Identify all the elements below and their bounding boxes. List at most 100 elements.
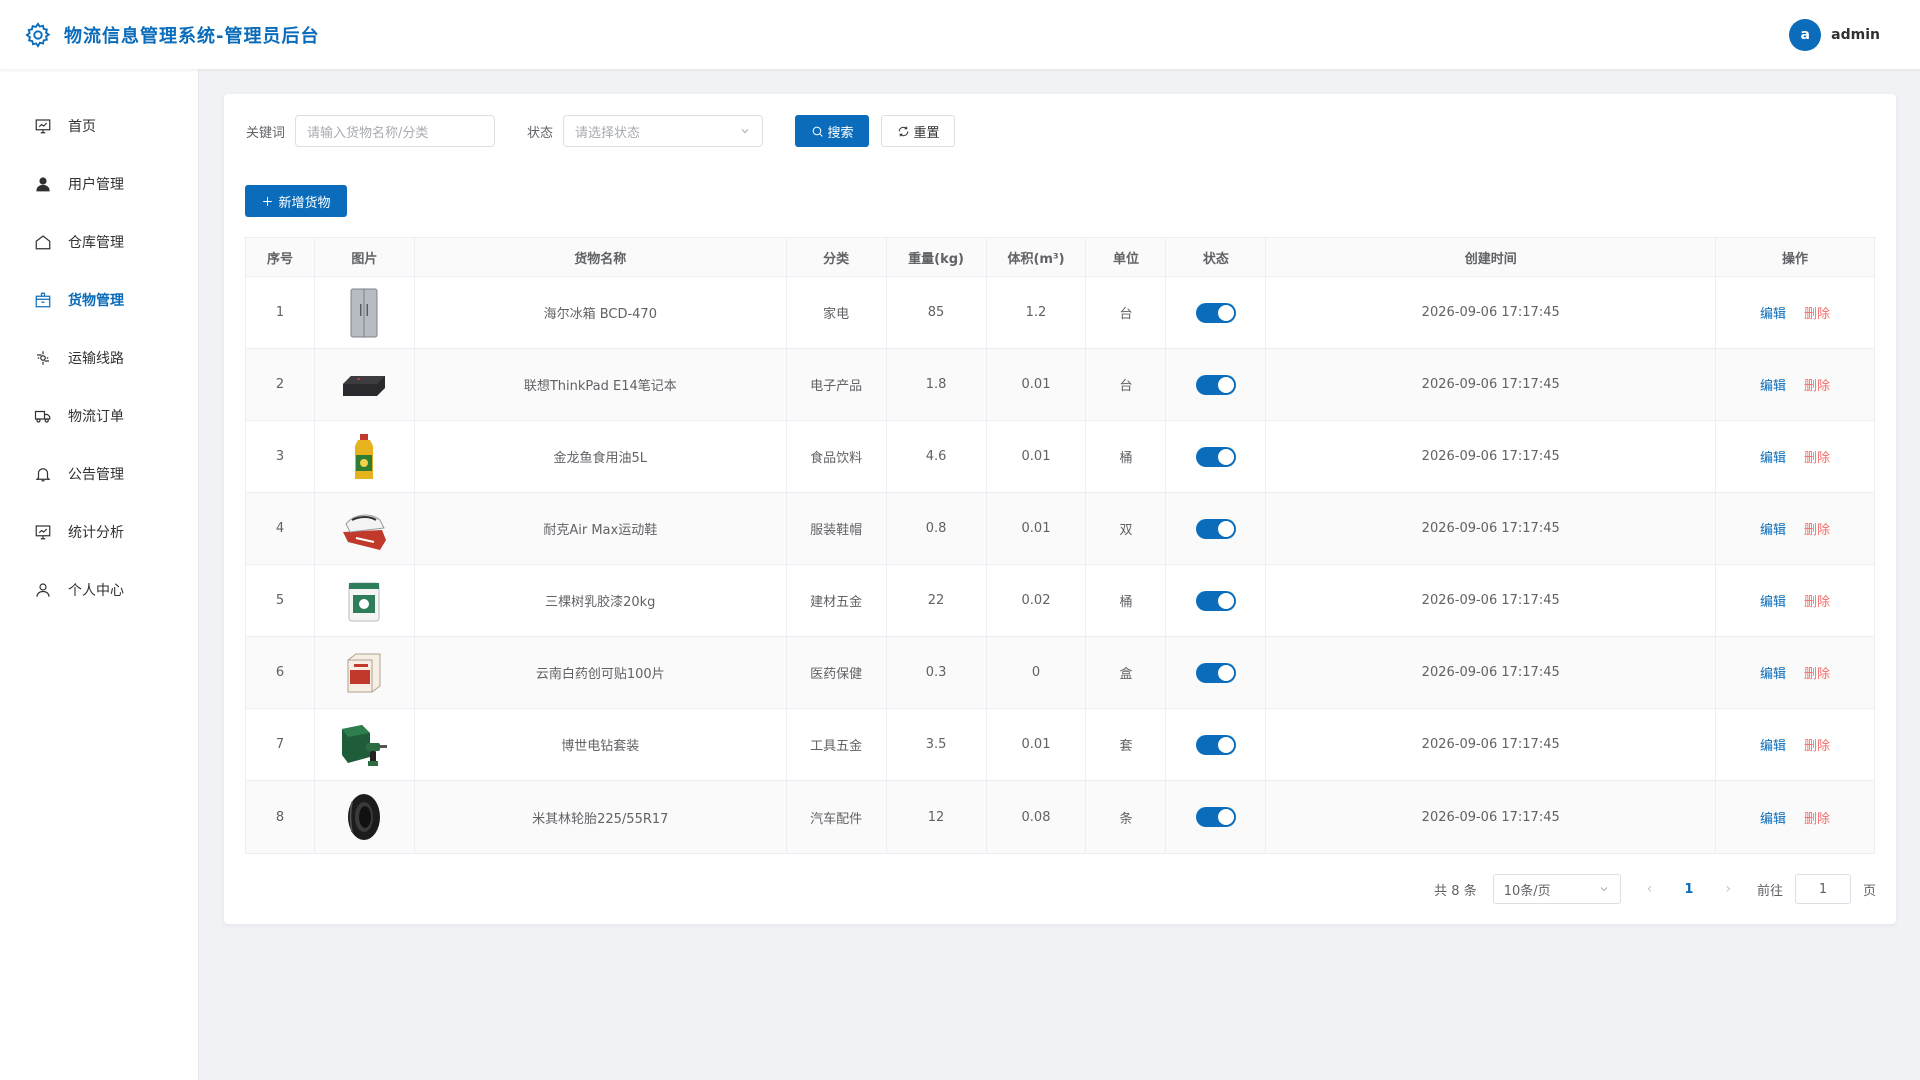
actions-cell: 编辑 删除 (1716, 277, 1874, 348)
search-button[interactable]: 搜索 (795, 115, 870, 147)
status-cell (1166, 421, 1267, 492)
goods-unit: 台 (1086, 349, 1167, 420)
sidebar-item-profile[interactable]: 个人中心 (0, 561, 198, 619)
delete-link[interactable]: 删除 (1804, 375, 1830, 394)
goods-unit: 双 (1086, 493, 1167, 564)
goods-weight: 4.6 (887, 421, 987, 492)
goods-unit: 台 (1086, 277, 1167, 348)
sidebar-item-goods[interactable]: 货物管理 (0, 271, 198, 329)
actions-cell: 编辑 删除 (1716, 565, 1874, 636)
goto-label: 前往 (1756, 883, 1783, 899)
laptop-image (340, 359, 388, 411)
edit-link[interactable]: 编辑 (1760, 375, 1786, 394)
status-toggle[interactable] (1195, 807, 1236, 827)
image-cell (315, 277, 415, 348)
status-toggle[interactable] (1195, 662, 1236, 683)
column-header: 分类 (787, 238, 887, 276)
reset-button-label: 重置 (913, 125, 940, 141)
medicine-box-image (340, 647, 388, 699)
status-toggle[interactable] (1195, 518, 1236, 539)
goods-weight: 1.8 (887, 349, 987, 420)
sidebar-item-warehouse[interactable]: 仓库管理 (0, 213, 198, 271)
edit-link[interactable]: 编辑 (1760, 735, 1786, 754)
goods-table: 序号 图片 货物名称 分类 重量(kg) 体积(m³) 单位 状态 创建时间 操… (245, 237, 1875, 854)
created-time: 2026-09-06 17:17:45 (1266, 781, 1717, 853)
delete-link[interactable]: 删除 (1804, 591, 1830, 610)
sidebar-item-routes[interactable]: 运输线路 (0, 329, 198, 387)
image-cell (315, 493, 415, 564)
user-menu[interactable]: a admin (1789, 18, 1880, 51)
status-cell (1166, 277, 1267, 348)
created-time: 2026-09-06 17:17:45 (1266, 349, 1717, 420)
goods-weight: 0.8 (887, 493, 987, 564)
username[interactable]: admin (1831, 27, 1880, 43)
delete-link[interactable]: 删除 (1804, 808, 1830, 827)
goods-weight: 22 (887, 565, 987, 636)
goto-page-input[interactable]: 1 (1794, 874, 1851, 904)
status-cell (1166, 781, 1267, 853)
actions-cell: 编辑 删除 (1716, 781, 1874, 853)
page-number-current[interactable]: 1 (1684, 882, 1693, 897)
status-select-placeholder: 请选择状态 (575, 125, 641, 141)
goods-name: 海尔冰箱 BCD-470 (415, 277, 787, 348)
table-row: 5 三棵树乳胶漆20kg 建材五金 22 0.02 桶 2026-09-06 1… (246, 565, 1874, 637)
edit-link[interactable]: 编辑 (1760, 519, 1786, 538)
delete-link[interactable]: 删除 (1804, 303, 1830, 322)
sidebar-item-label: 仓库管理 (68, 235, 124, 251)
table-row: 2 联想ThinkPad E14笔记本 电子产品 1.8 0.01 台 2026… (246, 349, 1874, 421)
image-cell (315, 565, 415, 636)
sidebar-item-label: 运输线路 (68, 351, 124, 367)
delete-link[interactable]: 删除 (1804, 519, 1830, 538)
person-icon (36, 583, 50, 597)
edit-link[interactable]: 编辑 (1760, 591, 1786, 610)
edit-link[interactable]: 编辑 (1760, 303, 1786, 322)
prev-page-button[interactable]: ‹ (1647, 881, 1653, 897)
row-number: 7 (246, 709, 315, 780)
goods-unit: 条 (1086, 781, 1167, 853)
gear-icon (25, 21, 51, 48)
row-number: 1 (246, 277, 315, 348)
search-button-label: 搜索 (827, 125, 854, 141)
created-time: 2026-09-06 17:17:45 (1266, 709, 1717, 780)
goods-name: 博世电钻套装 (415, 709, 787, 780)
status-toggle[interactable] (1195, 302, 1236, 323)
reset-button[interactable]: 重置 (881, 115, 956, 147)
table-row: 6 云南白药创可贴100片 医药保健 0.3 0 盒 2026-09-06 17… (246, 637, 1874, 709)
search-icon (812, 126, 823, 137)
goods-volume: 0.02 (987, 565, 1087, 636)
status-select[interactable]: 请选择状态 (563, 115, 764, 147)
status-toggle[interactable] (1195, 734, 1236, 755)
sidebar-item-users[interactable]: 用户管理 (0, 155, 198, 213)
sidebar-item-label: 货物管理 (68, 293, 124, 309)
sidebar-item-statistics[interactable]: 统计分析 (0, 503, 198, 561)
status-toggle[interactable] (1195, 374, 1236, 395)
paint-bucket-image (340, 575, 388, 627)
delete-link[interactable]: 删除 (1804, 447, 1830, 466)
edit-link[interactable]: 编辑 (1760, 808, 1786, 827)
status-toggle[interactable] (1195, 446, 1236, 467)
edit-link[interactable]: 编辑 (1760, 447, 1786, 466)
add-goods-button[interactable]: 新增货物 (245, 185, 347, 217)
fridge-image (340, 287, 388, 339)
goods-volume: 0.01 (987, 709, 1087, 780)
sidebar-item-home[interactable]: 首页 (0, 97, 198, 155)
sidebar-item-orders[interactable]: 物流订单 (0, 387, 198, 445)
app-title: 物流信息管理系统-管理员后台 (64, 25, 320, 47)
delete-link[interactable]: 删除 (1804, 663, 1830, 682)
page-size-select[interactable]: 10条/页 (1492, 874, 1621, 904)
status-toggle[interactable] (1195, 590, 1236, 611)
goods-volume: 0.08 (987, 781, 1087, 853)
edit-link[interactable]: 编辑 (1760, 663, 1786, 682)
page-suffix: 页 (1862, 883, 1876, 899)
sidebar-item-label: 统计分析 (68, 525, 124, 541)
sidebar-item-notices[interactable]: 公告管理 (0, 445, 198, 503)
column-header: 图片 (315, 238, 415, 276)
next-page-button[interactable]: › (1725, 881, 1731, 897)
row-number: 2 (246, 349, 315, 420)
goods-volume: 0.01 (987, 421, 1087, 492)
keyword-input[interactable]: 请输入货物名称/分类 (295, 115, 496, 147)
avatar[interactable]: a (1789, 18, 1822, 51)
sidebar-item-label: 公告管理 (68, 467, 124, 483)
column-header: 创建时间 (1266, 238, 1717, 276)
delete-link[interactable]: 删除 (1804, 735, 1830, 754)
